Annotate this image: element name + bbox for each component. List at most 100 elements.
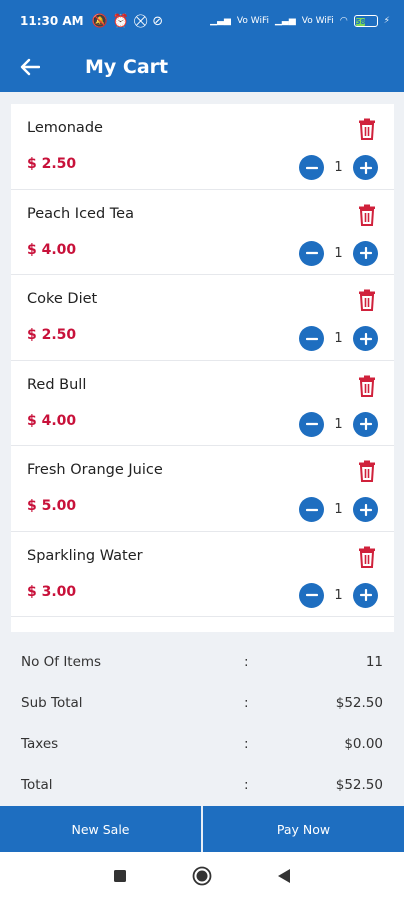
dnd-icon: ⛒ — [133, 13, 148, 29]
trash-icon — [359, 546, 375, 568]
decrease-quantity-button[interactable] — [299, 582, 324, 608]
minus-icon — [305, 337, 318, 340]
battery-level: 58 — [355, 18, 366, 26]
summary-value: $0.00 — [344, 736, 383, 752]
decrease-quantity-button[interactable] — [299, 497, 324, 522]
page-title: My Cart — [85, 56, 169, 78]
cart-item: Fresh Orange Juice $ 5.00 1 — [11, 446, 394, 532]
delete-item-button[interactable] — [358, 204, 376, 226]
item-name: Lemonade — [27, 120, 103, 136]
quantity-stepper: 1 — [299, 155, 378, 180]
increase-quantity-button[interactable] — [353, 326, 378, 351]
status-time: 11:30 AM — [20, 14, 84, 28]
back-nav-icon[interactable] — [278, 869, 290, 883]
battery-icon: 58 — [353, 15, 378, 27]
quantity-stepper: 1 — [299, 497, 378, 522]
decrease-quantity-button[interactable] — [299, 411, 324, 437]
delete-item-button[interactable] — [358, 375, 376, 397]
quantity-stepper: 1 — [299, 326, 378, 351]
delete-item-button[interactable] — [358, 460, 376, 482]
item-name: Fresh Orange Juice — [27, 462, 163, 478]
summary-label: Total — [21, 777, 53, 793]
summary-separator: : — [244, 695, 249, 711]
quantity-value: 1 — [334, 502, 343, 517]
item-price: $ 2.50 — [27, 156, 77, 172]
item-name: Coke Diet — [27, 291, 98, 307]
increase-quantity-button[interactable] — [353, 411, 378, 437]
recent-apps-icon[interactable] — [114, 870, 126, 882]
minus-icon — [305, 508, 318, 511]
signal-label-1: Vo WiFi — [236, 16, 269, 26]
new-sale-button[interactable]: New Sale — [0, 806, 201, 852]
plus-icon — [359, 332, 372, 345]
quantity-value: 1 — [334, 587, 343, 603]
minus-icon — [305, 166, 318, 169]
minus-icon — [305, 593, 318, 597]
decrease-quantity-button[interactable] — [299, 155, 324, 180]
increase-quantity-button[interactable] — [353, 240, 378, 266]
plus-icon — [359, 589, 372, 601]
quantity-value: 1 — [334, 245, 343, 261]
signal-icon: ▁▃▅ — [274, 16, 296, 26]
summary-row: Sub Total : $52.50 — [0, 683, 404, 724]
arrow-left-icon — [20, 58, 40, 76]
plus-icon — [359, 247, 372, 259]
cart-list[interactable]: Lemonade $ 2.50 1 Peach Iced Tea $ 4.00 — [11, 104, 394, 632]
summary-value: $52.50 — [335, 777, 383, 793]
delete-item-button[interactable] — [358, 118, 376, 140]
increase-quantity-button[interactable] — [353, 582, 378, 608]
order-summary: No Of Items : 11 Sub Total : $52.50 Taxe… — [0, 642, 404, 806]
summary-row: Total : $52.50 — [0, 765, 404, 806]
increase-quantity-button[interactable] — [353, 155, 378, 180]
cart-item: Red Bull $ 4.00 1 — [11, 361, 394, 446]
alarm-icon: ⏰ — [112, 13, 129, 29]
decrease-quantity-button[interactable] — [299, 326, 324, 351]
summary-value: $52.50 — [335, 695, 383, 711]
action-bar: New Sale Pay Now — [0, 806, 404, 852]
minus-icon — [305, 251, 318, 255]
plus-icon — [359, 418, 372, 430]
cart-item: Sparkling Water $ 3.00 1 — [11, 532, 394, 617]
app-bar: My Cart — [0, 42, 404, 92]
system-nav-bar — [0, 852, 404, 900]
item-name: Red Bull — [27, 376, 87, 393]
summary-separator: : — [244, 736, 249, 752]
quantity-stepper: 1 — [299, 582, 378, 608]
item-price: $ 3.00 — [27, 583, 77, 600]
item-name: Peach Iced Tea — [27, 205, 134, 222]
summary-value: 11 — [365, 654, 383, 670]
back-button[interactable] — [2, 42, 58, 92]
mute-icon: 🔕 — [91, 13, 108, 29]
summary-label: Sub Total — [21, 695, 83, 711]
item-price: $ 2.50 — [27, 327, 77, 343]
item-price: $ 4.00 — [27, 412, 77, 429]
plus-icon — [359, 161, 372, 174]
charging-icon: ⚡ — [383, 16, 390, 26]
cart-item: Peach Iced Tea $ 4.00 1 — [11, 190, 394, 275]
cart-item: Coke Diet $ 2.50 1 — [11, 275, 394, 361]
status-bar: 11:30 AM 🔕 ⏰ ⛒ ⊘ ▁▃▅ Vo WiFi ▁▃▅ Vo WiFi… — [0, 0, 404, 42]
trash-icon — [359, 289, 375, 311]
signal-label-2: Vo WiFi — [301, 16, 334, 26]
quantity-value: 1 — [334, 331, 343, 346]
summary-label: No Of Items — [21, 654, 102, 670]
signal-icon: ▁▃▅ — [210, 16, 231, 26]
summary-row: Taxes : $0.00 — [0, 724, 404, 765]
plus-icon — [359, 503, 372, 516]
delete-item-button[interactable] — [358, 289, 376, 311]
item-price: $ 5.00 — [27, 498, 77, 514]
delete-item-button[interactable] — [358, 546, 376, 568]
item-name: Sparkling Water — [27, 547, 143, 564]
minus-icon — [305, 422, 318, 426]
trash-icon — [359, 204, 375, 226]
decrease-quantity-button[interactable] — [299, 240, 324, 266]
quantity-value: 1 — [334, 160, 343, 175]
quantity-stepper: 1 — [299, 240, 378, 266]
quantity-value: 1 — [334, 416, 343, 432]
summary-row: No Of Items : 11 — [0, 642, 404, 683]
increase-quantity-button[interactable] — [353, 497, 378, 522]
pay-now-button[interactable]: Pay Now — [203, 806, 404, 852]
quantity-stepper: 1 — [299, 411, 378, 437]
home-icon[interactable] — [192, 866, 212, 886]
item-price: $ 4.00 — [27, 241, 77, 258]
